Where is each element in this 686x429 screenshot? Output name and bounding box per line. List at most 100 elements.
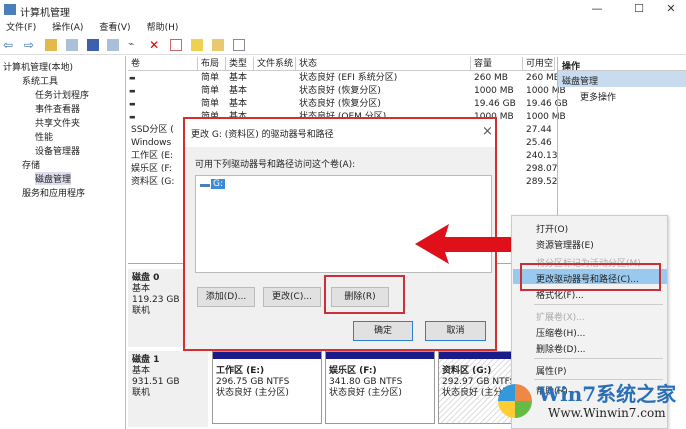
- actions-header: 操作: [558, 57, 686, 72]
- table-cell[interactable]: 基本: [229, 85, 247, 98]
- table-cell[interactable]: 状态良好 (恢复分区): [299, 98, 381, 111]
- tree-performance[interactable]: 性能: [35, 130, 53, 143]
- table-cell[interactable]: 1000 MB: [474, 85, 514, 98]
- delete-icon[interactable]: ✕: [149, 39, 161, 51]
- menu-action[interactable]: 操作(A): [52, 23, 83, 33]
- menu-explorer[interactable]: 资源管理器(E): [536, 238, 594, 251]
- back-icon[interactable]: ⇦: [3, 39, 15, 51]
- watermark-brand: Win7系统之家: [538, 382, 677, 406]
- connect-icon[interactable]: ⌁: [128, 39, 140, 51]
- disk-size: 119.23 GB: [132, 295, 180, 305]
- table-cell[interactable]: 工作区 (E:: [131, 150, 173, 163]
- volume-icon: ▬: [129, 74, 136, 82]
- table-cell[interactable]: 基本: [229, 98, 247, 111]
- table-cell[interactable]: 简单: [201, 98, 219, 111]
- maximize-button[interactable]: ☐: [624, 2, 654, 18]
- tree-disk-management[interactable]: 磁盘管理: [35, 172, 72, 185]
- tree-event-viewer[interactable]: 事件查看器: [35, 102, 80, 115]
- minimize-button[interactable]: —: [582, 2, 612, 18]
- disk-type: 基本: [132, 284, 151, 294]
- menu-extend: 扩展卷(X)...: [536, 313, 585, 323]
- menu-view[interactable]: 查看(V): [99, 23, 130, 33]
- menu-help[interactable]: 帮助(H): [147, 23, 179, 33]
- partition-name: 娱乐区 (F:): [329, 366, 377, 376]
- col-type[interactable]: 类型: [226, 57, 254, 71]
- table-cell[interactable]: 19.46 GB: [474, 98, 516, 111]
- col-volume[interactable]: 卷: [128, 57, 198, 71]
- table-cell[interactable]: 娱乐区 (F:: [131, 163, 172, 176]
- forward-icon[interactable]: ⇨: [24, 39, 36, 51]
- table-cell[interactable]: 27.44: [526, 124, 552, 137]
- table-cell[interactable]: 25.46: [526, 137, 552, 150]
- table-cell[interactable]: 状态良好 (EFI 系统分区): [299, 72, 397, 85]
- partition-e[interactable]: 工作区 (E:) 296.75 GB NTFS 状态良好 (主分区): [212, 351, 322, 424]
- table-cell[interactable]: 289.52: [526, 176, 558, 189]
- check-icon[interactable]: [170, 39, 182, 51]
- table-cell[interactable]: Windows: [131, 137, 171, 150]
- partition-name: 资料区 (G:): [442, 366, 492, 376]
- tree-system-tools[interactable]: 系统工具: [22, 74, 58, 87]
- menu-shrink[interactable]: 压缩卷(H)...: [536, 326, 585, 339]
- arrow-shape: [415, 224, 513, 264]
- table-cell[interactable]: 298.07: [526, 163, 558, 176]
- table-cell[interactable]: 260 MB: [474, 72, 508, 85]
- tree-device-manager[interactable]: 设备管理器: [35, 144, 80, 157]
- tree-root[interactable]: 计算机管理(本地): [3, 60, 73, 73]
- new-icon[interactable]: [190, 39, 203, 51]
- drive-list-item[interactable]: G:: [211, 179, 226, 189]
- tree-task-scheduler[interactable]: 任务计划程序: [35, 88, 89, 101]
- help-icon[interactable]: [86, 39, 99, 51]
- partition-f[interactable]: 娱乐区 (F:) 341.80 GB NTFS 状态良好 (主分区): [325, 351, 435, 424]
- actions-disk-management[interactable]: 磁盘管理: [558, 71, 686, 87]
- table-cell[interactable]: 基本: [229, 72, 247, 85]
- volume-icon: ▬: [129, 100, 136, 108]
- col-layout[interactable]: 布局: [198, 57, 226, 71]
- partition-status: 状态良好 (主分区): [329, 388, 402, 398]
- tree-services[interactable]: 服务和应用程序: [22, 186, 85, 199]
- dialog-title: 更改 G: (资料区) 的驱动器号和路径: [185, 119, 495, 147]
- close-button[interactable]: ✕: [656, 2, 686, 18]
- dialog-label: 可用下列驱动器号和路径访问这个卷(A):: [195, 160, 356, 170]
- table-cell[interactable]: 简单: [201, 72, 219, 85]
- table-cell[interactable]: 260 MB: [526, 72, 560, 85]
- menu-file[interactable]: 文件(F): [6, 23, 36, 33]
- search-folder-icon[interactable]: [211, 39, 224, 51]
- menu-properties[interactable]: 属性(P): [536, 364, 566, 377]
- menu-open[interactable]: 打开(O): [536, 222, 568, 235]
- col-free[interactable]: 可用空: [523, 57, 555, 71]
- properties-icon[interactable]: [232, 39, 245, 51]
- cancel-button[interactable]: 取消: [425, 321, 486, 341]
- table-cell[interactable]: 240.13: [526, 150, 558, 163]
- tree-storage[interactable]: 存储: [22, 158, 40, 171]
- change-button[interactable]: 更改(C)...: [263, 287, 321, 307]
- table-cell[interactable]: SSD分区 (: [131, 124, 174, 137]
- add-button[interactable]: 添加(D)...: [197, 287, 255, 307]
- app-icon: [4, 4, 16, 15]
- col-filesystem[interactable]: 文件系统: [254, 57, 296, 71]
- dialog-close-button[interactable]: ×: [482, 124, 493, 139]
- table-cell[interactable]: 资料区 (G:: [131, 176, 174, 189]
- disk-1-label[interactable]: 磁盘 1 基本 931.51 GB 联机: [128, 351, 208, 427]
- title-bar: 计算机管理 — ☐ ✕: [0, 0, 686, 20]
- navigation-tree: 计算机管理(本地) 系统工具 任务计划程序 事件查看器 共享文件夹 性能 设备管…: [0, 56, 126, 429]
- col-status[interactable]: 状态: [296, 57, 471, 71]
- volume-icon: ▬: [129, 113, 136, 121]
- table-cell[interactable]: 状态良好 (恢复分区): [299, 85, 381, 98]
- menu-delete-volume[interactable]: 删除卷(D)...: [536, 342, 586, 355]
- tree-shared-folders[interactable]: 共享文件夹: [35, 116, 80, 129]
- watermark: Win7系统之家 Www.Winwin7.com: [498, 378, 686, 429]
- table-cell[interactable]: 简单: [201, 85, 219, 98]
- view-icon[interactable]: [107, 39, 120, 51]
- partition-size: 341.80 GB NTFS: [329, 377, 403, 387]
- actions-more[interactable]: 更多操作: [558, 87, 686, 106]
- col-capacity[interactable]: 容量: [471, 57, 523, 71]
- show-pane-icon[interactable]: [65, 39, 78, 51]
- disk-size: 931.51 GB: [132, 377, 180, 387]
- menu-highlight-box: [520, 263, 661, 291]
- menu-bar: 文件(F) 操作(A) 查看(V) 帮助(H): [0, 20, 686, 35]
- ok-button[interactable]: 确定: [353, 321, 413, 341]
- disk-name: 磁盘 1: [132, 355, 160, 365]
- up-folder-icon[interactable]: [44, 39, 57, 51]
- disk-status: 联机: [132, 388, 151, 398]
- volume-icon: ▬: [129, 87, 136, 95]
